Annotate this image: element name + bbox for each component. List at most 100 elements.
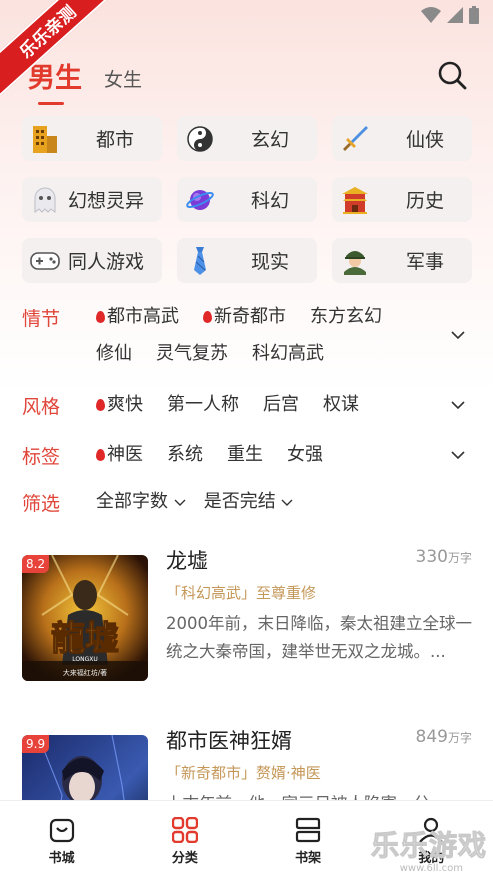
- search-icon: [438, 61, 467, 90]
- bag-icon: [49, 818, 74, 843]
- battery-icon: [469, 6, 479, 24]
- yin-yang-icon: [185, 124, 215, 154]
- category-label: 玄幻: [250, 129, 289, 151]
- fire-icon: [203, 311, 212, 323]
- book-description: 2000年前，末日降临，秦太祖建立全球一统之大秦帝国，建举世无双之龙城。...: [166, 614, 472, 661]
- palace-icon: [340, 185, 370, 215]
- gender-tabs: 男生 女生: [28, 56, 142, 105]
- book-item[interactable]: 龍墟 LONGXU 大来福红坊/著 8.2 龙墟 330万字 「科幻高武」至尊重…: [22, 547, 472, 695]
- watermark: 乐乐游戏: [370, 829, 487, 863]
- filter-option[interactable]: 系统: [167, 436, 203, 473]
- soldier-icon: [340, 246, 370, 276]
- filter-option[interactable]: 权谋: [323, 386, 359, 423]
- chevron-down-icon[interactable]: [451, 448, 465, 462]
- filter-option[interactable]: 修仙: [96, 335, 132, 372]
- filter-option[interactable]: 爽快: [96, 386, 143, 423]
- category-lishi[interactable]: 历史: [332, 177, 472, 222]
- building-icon: [30, 124, 60, 154]
- filter-option[interactable]: 东方玄幻: [310, 298, 382, 335]
- category-label: 都市: [95, 129, 134, 151]
- word-count-dropdown[interactable]: 全部字数: [96, 483, 186, 520]
- filter-option[interactable]: 新奇都市: [203, 298, 286, 335]
- filter-option[interactable]: 第一人称: [167, 386, 239, 423]
- shelf-icon: [296, 817, 321, 843]
- category-label: 历史: [405, 190, 444, 212]
- planet-icon: [185, 185, 215, 215]
- gamepad-icon: [30, 246, 60, 276]
- cover-title: 龍墟: [51, 619, 119, 659]
- nav-label: 书城: [48, 851, 75, 866]
- filter-key: 风格: [22, 396, 61, 418]
- filter-key: 情节: [22, 308, 61, 330]
- wifi-icon: [421, 7, 441, 23]
- filter-plot: 情节 都市高武 新奇都市 东方玄幻 修仙 灵气复苏 科幻高武: [22, 298, 477, 378]
- filter-option[interactable]: 都市高武: [96, 298, 179, 335]
- cover-art: 龍墟 LONGXU 大来福红坊/著: [22, 555, 148, 681]
- filter-option[interactable]: 灵气复苏: [156, 335, 228, 372]
- filter-option[interactable]: 重生: [227, 436, 263, 473]
- tab-female[interactable]: 女生: [104, 65, 142, 95]
- category-xianshi[interactable]: 现实: [177, 238, 317, 283]
- filter-values: 都市高武 新奇都市 东方玄幻 修仙 灵气复苏 科幻高武: [96, 298, 431, 372]
- fire-icon: [96, 399, 105, 411]
- filter-values: 全部字数 是否完结: [96, 483, 431, 520]
- category-label: 同人游戏: [68, 251, 145, 273]
- category-label: 科幻: [250, 190, 289, 212]
- category-xuanhuan[interactable]: 玄幻: [177, 116, 317, 161]
- filter-key: 筛选: [22, 493, 61, 515]
- book-cover[interactable]: 龍墟 LONGXU 大来福红坊/著 8.2: [22, 555, 148, 681]
- filter-key: 标签: [22, 446, 61, 468]
- search-button[interactable]: [437, 60, 467, 90]
- tie-icon: [185, 246, 215, 276]
- book-item[interactable]: 9.9 都市医神狂婿 849万字 「新奇都市」赘婿·神医 上古年前，他，家三日被…: [22, 727, 472, 861]
- category-label: 军事: [405, 251, 444, 273]
- filter-option[interactable]: 后宫: [263, 386, 299, 423]
- book-tags: 「科幻高武」至尊重修: [166, 584, 317, 602]
- book-title[interactable]: 都市医神狂婿: [166, 725, 292, 755]
- category-tongren[interactable]: 同人游戏: [22, 238, 162, 283]
- category-huanxiang[interactable]: 幻想灵异: [22, 177, 162, 222]
- watermark-url: www.6ll.com: [399, 863, 463, 874]
- chevron-down-icon: [281, 499, 293, 506]
- cover-author: 大来福红坊/著: [63, 668, 107, 677]
- fire-icon: [96, 311, 105, 323]
- filter-values: 神医 系统 重生 女强: [96, 436, 431, 473]
- book-tags: 「新奇都市」赘婿·神医: [166, 764, 321, 782]
- filter-values: 爽快 第一人称 后宫 权谋: [96, 386, 431, 423]
- grid-icon: [171, 817, 198, 843]
- cover-subtitle: LONGXU: [72, 656, 98, 663]
- sword-icon: [340, 124, 370, 154]
- nav-bookstore[interactable]: 书城: [22, 801, 102, 878]
- filter-option[interactable]: 神医: [96, 436, 143, 473]
- fire-icon: [96, 449, 105, 461]
- signal-icon: [447, 7, 463, 23]
- word-count: 849万字: [415, 727, 472, 747]
- chevron-down-icon[interactable]: [451, 398, 465, 412]
- ghost-icon: [30, 185, 60, 215]
- finished-dropdown[interactable]: 是否完结: [204, 483, 294, 520]
- category-dushi[interactable]: 都市: [22, 116, 162, 161]
- filter-option[interactable]: 科幻高武: [252, 335, 324, 372]
- category-grid: 都市 玄幻 仙侠 幻想灵异 科幻 历史 同人游戏 现实 军事: [22, 116, 472, 283]
- category-kehuan[interactable]: 科幻: [177, 177, 317, 222]
- rating-badge: 8.2: [22, 555, 50, 573]
- word-count: 330万字: [415, 547, 472, 567]
- category-label: 幻想灵异: [68, 190, 145, 212]
- chevron-down-icon: [174, 499, 186, 506]
- nav-label: 分类: [171, 851, 198, 866]
- category-label: 现实: [250, 251, 289, 273]
- filter-style: 风格 爽快 第一人称 后宫 权谋: [22, 386, 477, 422]
- nav-category[interactable]: 分类: [145, 801, 225, 878]
- nav-bookshelf[interactable]: 书架: [268, 801, 348, 878]
- filter-sort: 筛选 全部字数 是否完结: [22, 483, 477, 519]
- filter-option[interactable]: 女强: [287, 436, 323, 473]
- nav-label: 书架: [295, 851, 322, 866]
- category-label: 仙侠: [405, 129, 444, 151]
- filter-tags: 标签 神医 系统 重生 女强: [22, 436, 477, 472]
- category-junshi[interactable]: 军事: [332, 238, 472, 283]
- category-xianxia[interactable]: 仙侠: [332, 116, 472, 161]
- rating-badge: 9.9: [22, 735, 50, 753]
- status-bar: [421, 6, 479, 24]
- chevron-down-icon[interactable]: [451, 328, 465, 342]
- book-title[interactable]: 龙墟: [166, 545, 208, 575]
